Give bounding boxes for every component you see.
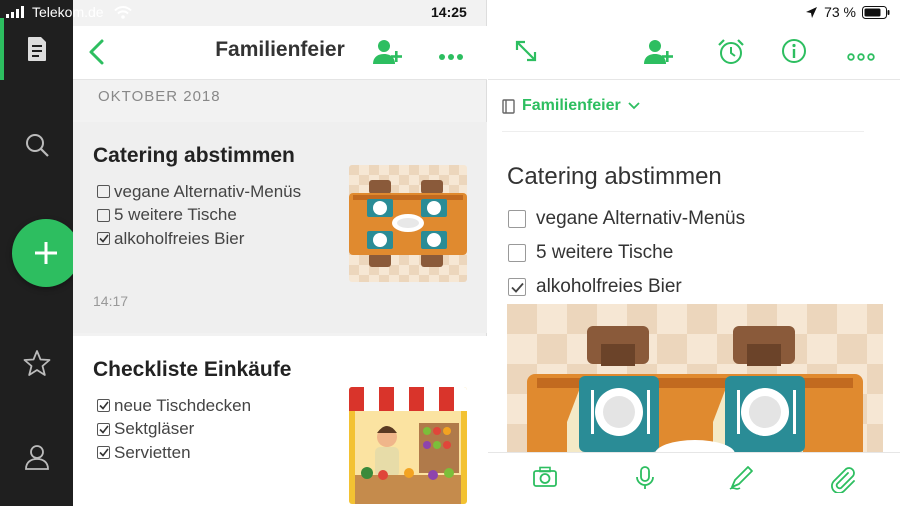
- camera-icon: [533, 466, 557, 487]
- notebook-title: Familienfeier: [215, 38, 345, 61]
- note-title: Catering abstimmen: [93, 144, 295, 167]
- star-icon: [23, 350, 50, 376]
- add-person-icon: [644, 40, 673, 64]
- note-checklist: neue Tischdecken Sektgläser Servietten: [97, 394, 251, 465]
- battery-percent: 73 %: [824, 4, 856, 20]
- checkbox-icon: [97, 208, 110, 222]
- checklist-item: alkoholfreies Bier: [508, 270, 745, 304]
- info-button[interactable]: [781, 38, 807, 69]
- checklist-item: 5 weitere Tische: [508, 236, 745, 270]
- checklist-item-text: neue Tischdecken: [114, 395, 252, 415]
- editor-toolbar: [488, 26, 900, 80]
- editor-more-button[interactable]: [847, 48, 875, 66]
- notes-nav-button[interactable]: [0, 30, 73, 68]
- checklist-item: 5 weitere Tische: [97, 204, 301, 228]
- new-note-button[interactable]: [12, 219, 80, 287]
- notebook-name: Familienfeier: [522, 97, 621, 114]
- note-checklist: vegane Alternativ-Menüs 5 weitere Tische…: [97, 180, 301, 251]
- checklist-item-text: Servietten: [114, 442, 191, 462]
- note-list-panel: Familienfeier OKTOBER 2018 Catering abst…: [73, 0, 487, 506]
- signal-icon: [6, 6, 24, 18]
- notebook-selector[interactable]: Familienfeier: [502, 97, 640, 115]
- shortcuts-nav-button[interactable]: [0, 346, 73, 380]
- carrier-info: Telekom.de: [6, 4, 132, 20]
- catering-table-image[interactable]: [507, 304, 883, 452]
- checklist-item-text[interactable]: 5 weitere Tische: [536, 242, 673, 264]
- expand-button[interactable]: [513, 38, 539, 69]
- alarm-clock-icon: [718, 39, 744, 64]
- divider: [502, 131, 864, 132]
- status-time: 14:25: [431, 4, 467, 20]
- checklist-item: vegane Alternativ-Menüs: [508, 202, 745, 236]
- add-person-icon: [373, 40, 402, 64]
- editor-bottom-bar: [488, 452, 900, 506]
- checklist-item-text: Sektgläser: [114, 419, 195, 439]
- status-right: 73 %: [805, 4, 890, 20]
- more-icon: [439, 54, 463, 60]
- checklist-item: vegane Alternativ-Menüs: [97, 180, 301, 204]
- share-note-button[interactable]: [644, 38, 674, 71]
- checkbox-checked-icon: [97, 422, 110, 436]
- checklist-item-text: vegane Alternativ-Menüs: [114, 181, 302, 201]
- camera-button[interactable]: [532, 465, 558, 494]
- sketch-button[interactable]: [728, 465, 756, 496]
- checkbox-checked[interactable]: [508, 278, 526, 296]
- checklist-item: Servietten: [97, 441, 251, 465]
- plus-icon: [35, 242, 57, 264]
- checkbox-checked-icon: [97, 232, 110, 246]
- notebook-icon: [502, 98, 515, 114]
- reminder-button[interactable]: [717, 38, 745, 71]
- expand-icon: [515, 40, 537, 62]
- note-editor-panel: Familienfeier Catering abstimmen vegane …: [488, 0, 900, 506]
- checkbox-checked-icon: [97, 399, 110, 413]
- note-timestamp: 14:17: [93, 293, 129, 309]
- checkbox[interactable]: [508, 210, 526, 228]
- more-icon: [847, 53, 875, 61]
- checklist-item-text[interactable]: alkoholfreies Bier: [536, 276, 682, 298]
- carrier-name: Telekom.de: [32, 4, 104, 20]
- location-arrow-icon: [806, 6, 818, 18]
- checklist-item: Sektgläser: [97, 418, 251, 442]
- more-options-button[interactable]: [438, 48, 464, 66]
- checkbox-icon: [97, 185, 110, 199]
- audio-button[interactable]: [634, 465, 656, 496]
- checklist-item-text: alkoholfreies Bier: [114, 228, 245, 248]
- checklist-item: neue Tischdecken: [97, 394, 251, 418]
- note-title: Checkliste Einkäufe: [93, 358, 292, 381]
- attachment-button[interactable]: [828, 465, 856, 498]
- search-nav-button[interactable]: [0, 128, 73, 162]
- checklist-item-text[interactable]: vegane Alternativ-Menüs: [536, 208, 745, 230]
- editor-checklist: vegane Alternativ-Menüs 5 weitere Tische…: [508, 202, 745, 304]
- share-notebook-button[interactable]: [373, 38, 403, 71]
- battery-icon: [862, 5, 890, 19]
- search-icon: [25, 134, 49, 157]
- account-nav-button[interactable]: [0, 440, 73, 474]
- catering-table-thumbnail: [349, 165, 467, 282]
- note-title-field[interactable]: Catering abstimmen: [507, 163, 722, 191]
- notes-icon: [27, 37, 46, 61]
- microphone-icon: [636, 466, 654, 489]
- person-icon: [24, 445, 49, 470]
- checkbox[interactable]: [508, 244, 526, 262]
- chevron-down-icon: [628, 102, 640, 110]
- note-card[interactable]: Checkliste Einkäufe neue Tischdecken Sek…: [73, 336, 487, 506]
- checklist-item: alkoholfreies Bier: [97, 227, 301, 251]
- checklist-item-text: 5 weitere Tische: [114, 205, 237, 225]
- wifi-icon: [113, 5, 132, 19]
- pen-icon: [729, 466, 753, 490]
- info-icon: [782, 39, 806, 63]
- market-stall-thumbnail: [349, 387, 467, 504]
- month-section-label: OKTOBER 2018: [98, 88, 221, 105]
- checkbox-checked-icon: [97, 446, 110, 460]
- list-header: Familienfeier: [73, 26, 487, 80]
- paperclip-icon: [831, 467, 855, 494]
- note-card[interactable]: Catering abstimmen vegane Alternativ-Men…: [73, 122, 487, 333]
